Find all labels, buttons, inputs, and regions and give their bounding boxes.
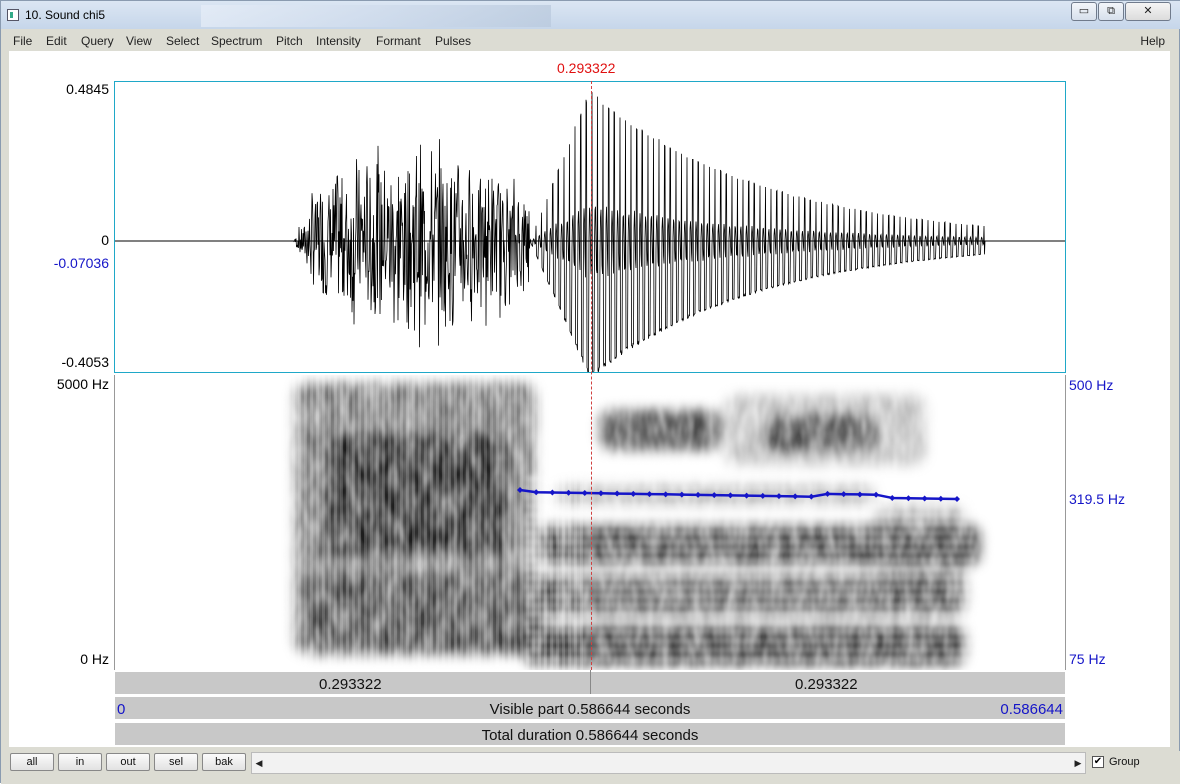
spectrogram-panel[interactable] [114, 375, 1066, 670]
waveform-plot [115, 92, 1065, 372]
visible-end-time: 0.586644 [1000, 701, 1063, 718]
group-checkbox[interactable]: ✔ [1092, 756, 1104, 768]
menu-pulses[interactable]: Pulses [435, 34, 471, 48]
window-title: 10. Sound chi5 [25, 8, 106, 22]
group-label: Group [1109, 756, 1140, 768]
menu-file[interactable]: File [13, 34, 32, 48]
waveform-ymin-label: -0.4053 [61, 354, 109, 370]
right-segment-duration: 0.293322 [795, 676, 858, 693]
zoom-in-button[interactable]: in [58, 753, 102, 771]
scroll-right-icon[interactable]: ▶ [1071, 753, 1085, 773]
bottom-toolbar: all in out sel bak ◀ ▶ ✔ Group [1, 751, 1180, 784]
visible-part-bar[interactable]: 0 Visible part 0.586644 seconds 0.586644 [114, 696, 1066, 720]
menu-help[interactable]: Help [1140, 34, 1165, 48]
close-button[interactable]: ✕ [1125, 2, 1171, 21]
menu-pitch[interactable]: Pitch [276, 34, 303, 48]
pitch-min-label: 75 Hz [1069, 651, 1106, 667]
spectrogram-ymax-label: 5000 Hz [56, 376, 109, 392]
pitch-max-label: 500 Hz [1069, 377, 1114, 393]
total-duration-label: Total duration 0.586644 seconds [481, 727, 699, 744]
menu-select[interactable]: Select [166, 34, 199, 48]
title-bar[interactable]: 10. Sound chi5 ▭ ⧉ ✕ [1, 1, 1180, 29]
spectrogram-image [115, 375, 1065, 670]
waveform-panel[interactable] [114, 81, 1066, 373]
spectrogram-ymin-label: 0 Hz [80, 651, 109, 667]
horizontal-scrollbar[interactable]: ◀ ▶ [251, 752, 1086, 774]
waveform-cursor-value: -0.07036 [53, 255, 109, 271]
editor-window: 10. Sound chi5 ▭ ⧉ ✕ File Edit Query Vie… [0, 0, 1180, 784]
waveform-ymax-label: 0.4845 [66, 81, 109, 97]
visible-part-label: Visible part 0.586644 seconds [489, 701, 691, 718]
zoom-selection-button[interactable]: sel [154, 753, 198, 771]
zoom-all-button[interactable]: all [10, 753, 54, 771]
menu-view[interactable]: View [126, 34, 152, 48]
segment-divider [590, 670, 591, 694]
app-icon [7, 9, 19, 21]
left-segment-duration: 0.293322 [319, 676, 382, 693]
menu-formant[interactable]: Formant [376, 34, 421, 48]
cursor-time-label: 0.293322 [557, 60, 616, 76]
menu-bar: File Edit Query View Select Spectrum Pit… [9, 31, 1173, 51]
scroll-left-icon[interactable]: ◀ [252, 753, 266, 773]
menu-intensity[interactable]: Intensity [316, 34, 361, 48]
menu-edit[interactable]: Edit [46, 34, 67, 48]
spectrogram-plot [115, 375, 1065, 670]
waveform-zero-label: 0 [101, 232, 109, 248]
zoom-back-button[interactable]: bak [202, 753, 246, 771]
total-duration-bar[interactable]: Total duration 0.586644 seconds [114, 722, 1066, 746]
maximize-button[interactable]: ⧉ [1098, 2, 1124, 21]
time-cursor[interactable] [591, 81, 592, 670]
title-bar-background [201, 5, 551, 27]
waveform-trace [115, 92, 1065, 372]
menu-spectrum[interactable]: Spectrum [211, 34, 262, 48]
minimize-button[interactable]: ▭ [1071, 2, 1097, 21]
pitch-cursor-label: 319.5 Hz [1069, 491, 1126, 507]
zoom-out-button[interactable]: out [106, 753, 150, 771]
menu-query[interactable]: Query [81, 34, 114, 48]
